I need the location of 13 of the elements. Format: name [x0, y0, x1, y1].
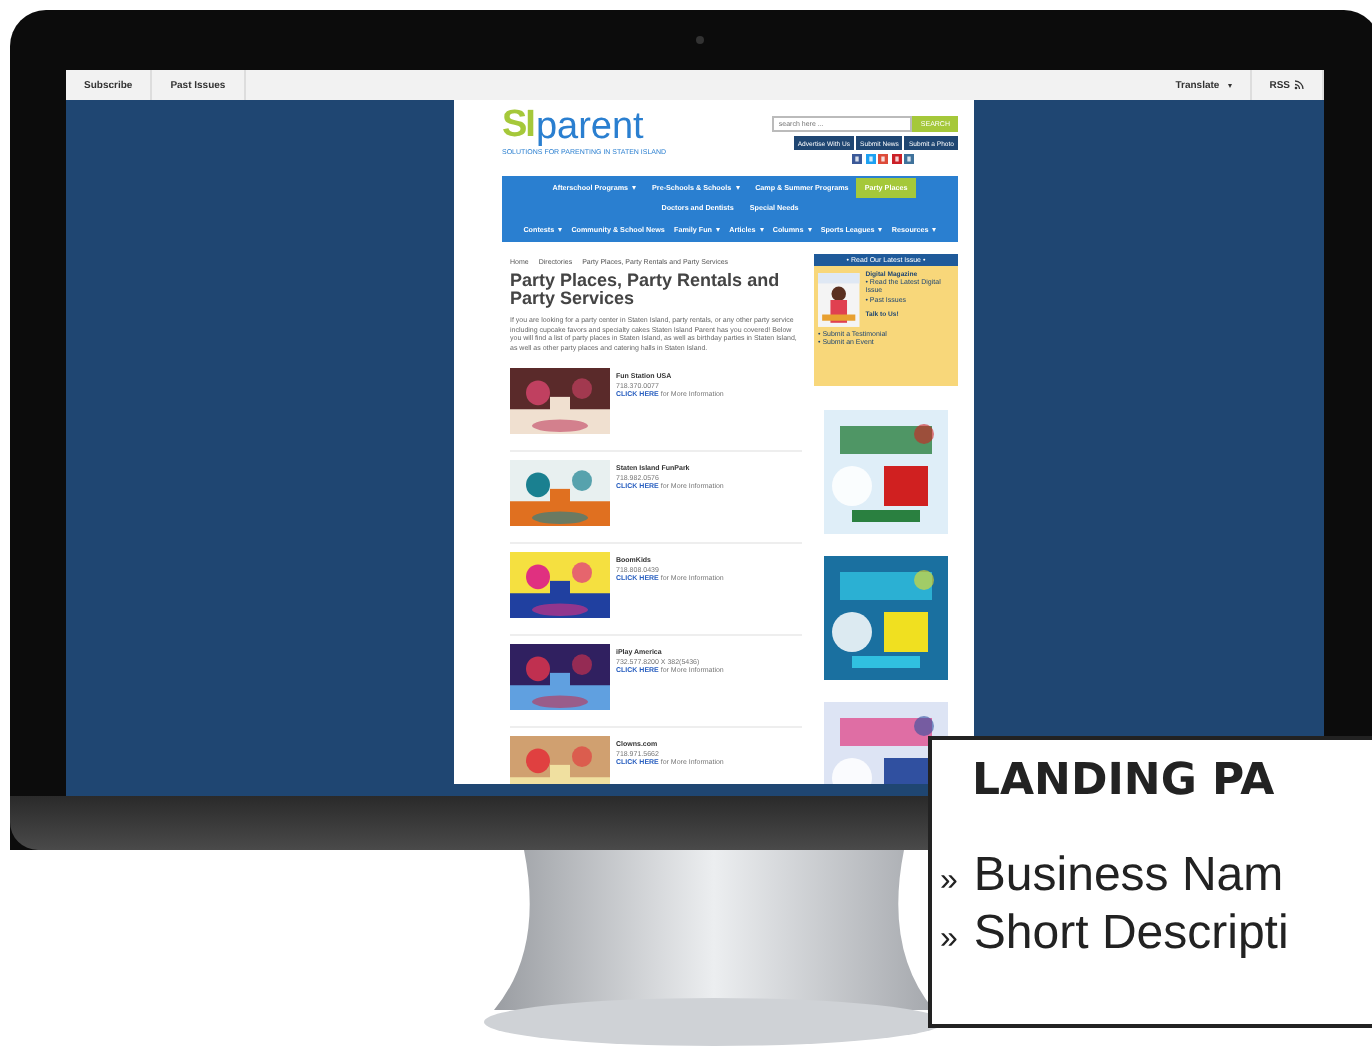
callout-title: LANDING PA: [972, 756, 1277, 806]
bullet-mark: »: [940, 922, 958, 958]
callout-item: Business Nam: [973, 846, 1284, 904]
social-icon[interactable]: [865, 154, 875, 164]
bullet-mark: »: [940, 864, 958, 900]
rss-icon: [1294, 80, 1304, 90]
social-icon[interactable]: [878, 154, 888, 164]
callout-item: Short Descripti: [973, 904, 1289, 962]
page-title: Party Places, Party Rentals and Party Services: [510, 272, 782, 308]
social-icon[interactable]: [904, 154, 914, 164]
camera-icon: [695, 36, 703, 44]
social-icon[interactable]: [891, 154, 901, 164]
social-icon[interactable]: [852, 154, 862, 164]
